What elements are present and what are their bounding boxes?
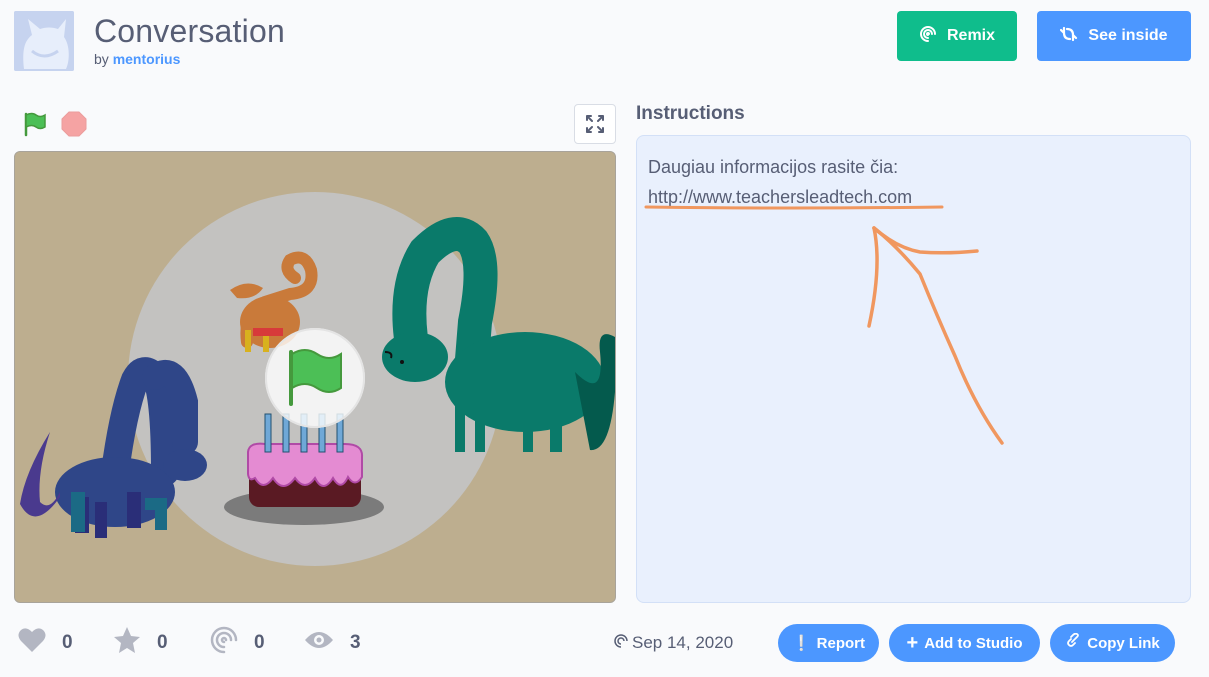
remix-count: 0	[254, 632, 265, 653]
fullscreen-icon[interactable]	[574, 104, 616, 144]
remix-icon	[919, 25, 937, 48]
instructions-box: Daugiau informacijos rasite čia: http://…	[636, 135, 1191, 603]
remix-label: Remix	[946, 27, 996, 44]
copy-link-button[interactable]: Copy Link	[1050, 624, 1175, 662]
instructions-heading: Instructions	[636, 103, 745, 124]
see-inside-label: See inside	[1088, 27, 1168, 44]
remix-stat: 0	[210, 620, 265, 666]
project-stats: 0 0 0 3	[14, 620, 614, 666]
exclamation-icon: ❕	[791, 635, 811, 652]
player-controls	[14, 104, 616, 144]
star-icon	[113, 626, 141, 660]
link-icon	[1065, 632, 1081, 653]
love-count: 0	[62, 632, 73, 653]
stage-scene	[15, 152, 615, 602]
views-stat: 3	[304, 620, 361, 666]
remix-small-icon	[614, 633, 628, 653]
heart-icon	[18, 627, 46, 659]
see-inside-button[interactable]: See inside	[1037, 11, 1191, 61]
stop-sign-icon[interactable]	[60, 110, 88, 143]
author-avatar[interactable]	[14, 11, 74, 71]
project-header: Conversation by mentorius Remix See insi…	[0, 0, 1209, 90]
byline-prefix: by	[94, 51, 109, 67]
author-link[interactable]: mentorius	[113, 51, 181, 67]
copy-link-label: Copy Link	[1087, 634, 1160, 652]
project-byline: by mentorius	[94, 51, 180, 67]
report-label: Report	[816, 634, 866, 652]
project-stage[interactable]	[14, 151, 616, 603]
favorite-count: 0	[157, 632, 168, 653]
shared-date-text: Sep 14, 2020	[632, 633, 734, 652]
eye-icon	[304, 629, 334, 657]
shared-date: Sep 14, 2020	[614, 633, 733, 653]
green-flag-overlay-icon	[265, 328, 365, 428]
green-flag-icon[interactable]	[20, 110, 48, 143]
see-inside-icon	[1060, 25, 1078, 48]
love-stat[interactable]: 0	[18, 620, 73, 666]
plus-icon: +	[906, 632, 919, 654]
add-to-studio-button[interactable]: + Add to Studio	[889, 624, 1040, 662]
remix-button[interactable]: Remix	[897, 11, 1017, 61]
report-button[interactable]: ❕ Report	[778, 624, 879, 662]
instructions-line: Daugiau informacijos rasite čia:	[648, 157, 899, 177]
add-to-studio-label: Add to Studio	[924, 634, 1023, 652]
instructions-text: Daugiau informacijos rasite čia: http://…	[648, 152, 912, 212]
favorite-stat[interactable]: 0	[113, 620, 168, 666]
remix-count-icon	[210, 626, 238, 660]
project-title: Conversation	[94, 13, 285, 49]
instructions-link[interactable]: http://www.teachersleadtech.com	[648, 182, 912, 212]
views-count: 3	[350, 632, 361, 653]
